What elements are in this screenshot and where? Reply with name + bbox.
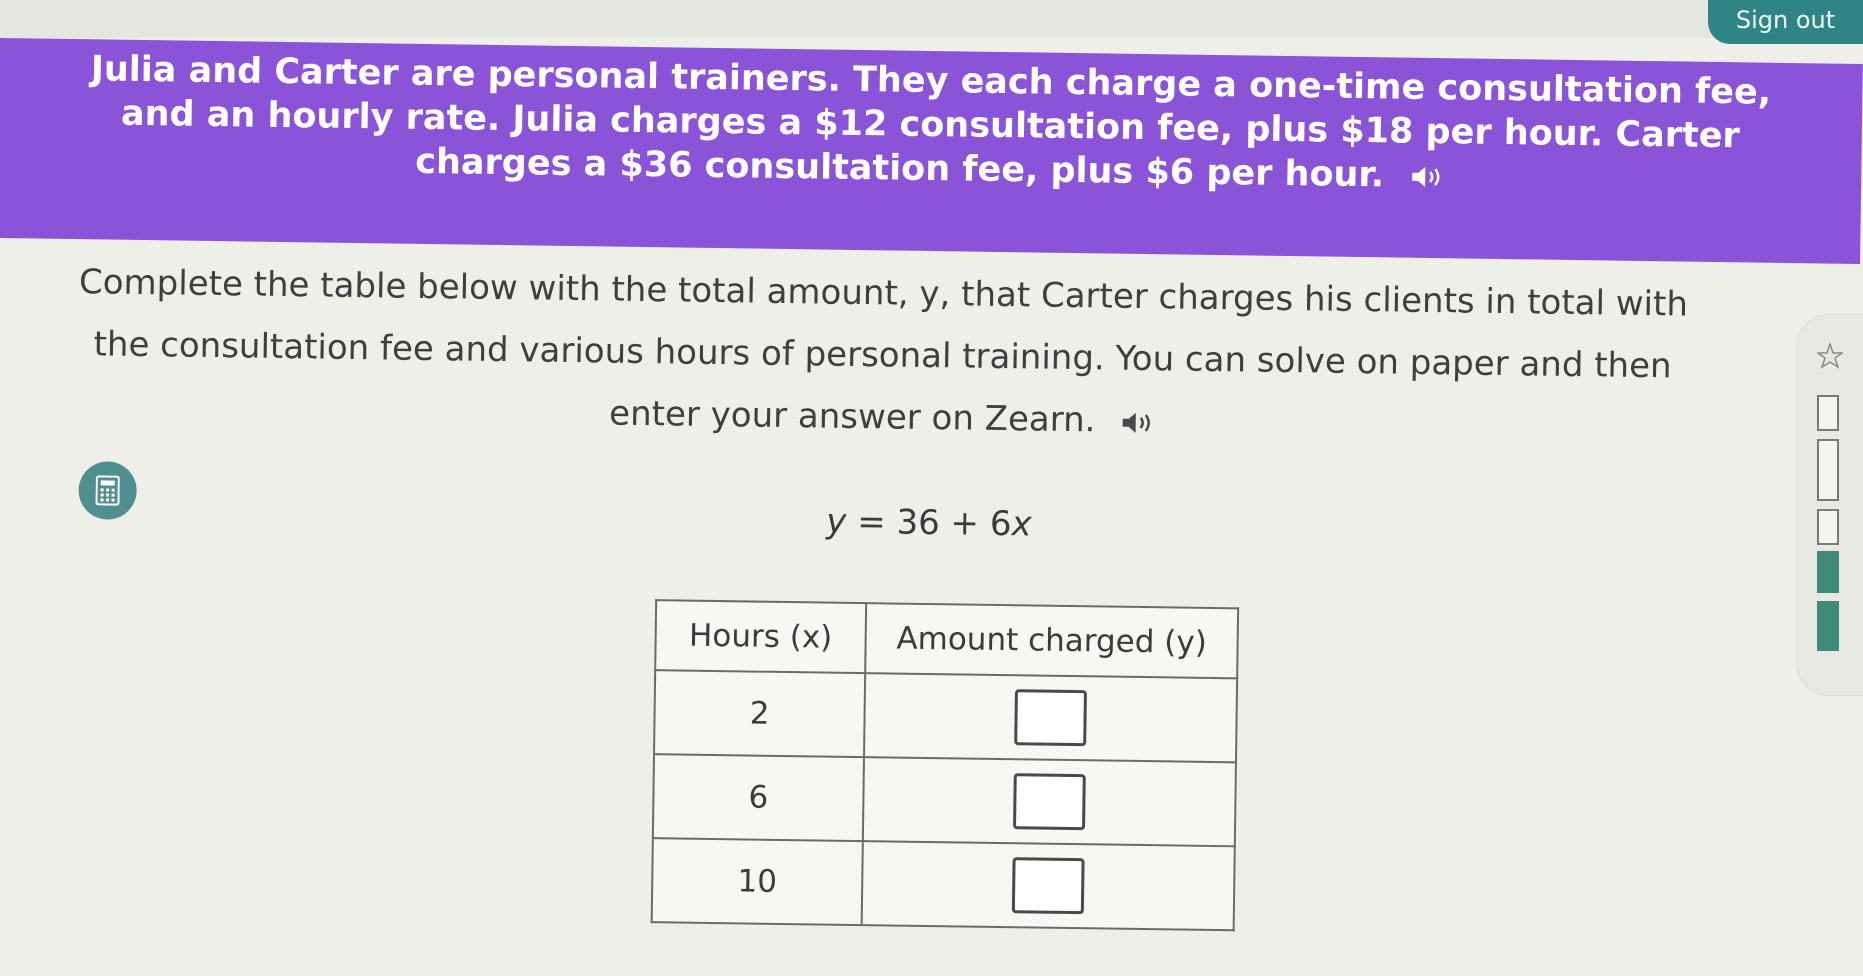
progress-segment <box>1817 551 1839 593</box>
table-row: 2 <box>654 670 1238 763</box>
progress-segment <box>1817 395 1839 431</box>
instructions: Complete the table below with the total … <box>0 250 1863 462</box>
speaker-icon[interactable] <box>1120 410 1154 434</box>
progress-segment <box>1817 439 1839 501</box>
hours-cell: 6 <box>652 754 865 842</box>
calculator-button[interactable] <box>78 461 138 520</box>
problem-text: Julia and Carter are personal trainers. … <box>88 47 1773 202</box>
sign-out-button[interactable]: Sign out <box>1708 0 1863 44</box>
amount-cell <box>864 673 1238 763</box>
values-table: Hours (x) Amount charged (y) 2 6 10 <box>650 599 1240 932</box>
star-icon <box>1817 343 1843 369</box>
hours-cell: 2 <box>654 670 866 758</box>
header-amount: Amount charged (y) <box>865 603 1239 679</box>
answer-input[interactable] <box>1014 689 1087 747</box>
equation-var: x <box>1011 504 1032 545</box>
hours-cell: 10 <box>651 838 863 926</box>
equation: y = 36 + 6x <box>826 502 1032 545</box>
progress-segment <box>1817 601 1839 651</box>
equation-rhs: = 36 + 6 <box>856 501 1012 545</box>
table-header-row: Hours (x) Amount charged (y) <box>655 600 1239 679</box>
answer-input[interactable] <box>1013 773 1086 831</box>
problem-text-content: Julia and Carter are personal trainers. … <box>90 49 1772 196</box>
amount-cell <box>861 841 1235 931</box>
problem-banner: Julia and Carter are personal trainers. … <box>0 38 1863 264</box>
main-content: Complete the table below with the total … <box>0 250 1863 932</box>
progress-segment <box>1817 509 1839 545</box>
table-row: 10 <box>651 838 1235 931</box>
header-hours: Hours (x) <box>655 600 867 674</box>
speaker-icon[interactable] <box>1410 165 1444 189</box>
progress-tracker <box>1797 315 1863 695</box>
instructions-text: Complete the table below with the total … <box>78 262 1689 441</box>
equation-lhs: y <box>826 501 847 542</box>
calculator-icon <box>95 475 120 506</box>
top-bar <box>0 0 1863 38</box>
table-row: 6 <box>652 754 1236 847</box>
answer-input[interactable] <box>1011 857 1085 915</box>
amount-cell <box>862 757 1236 847</box>
